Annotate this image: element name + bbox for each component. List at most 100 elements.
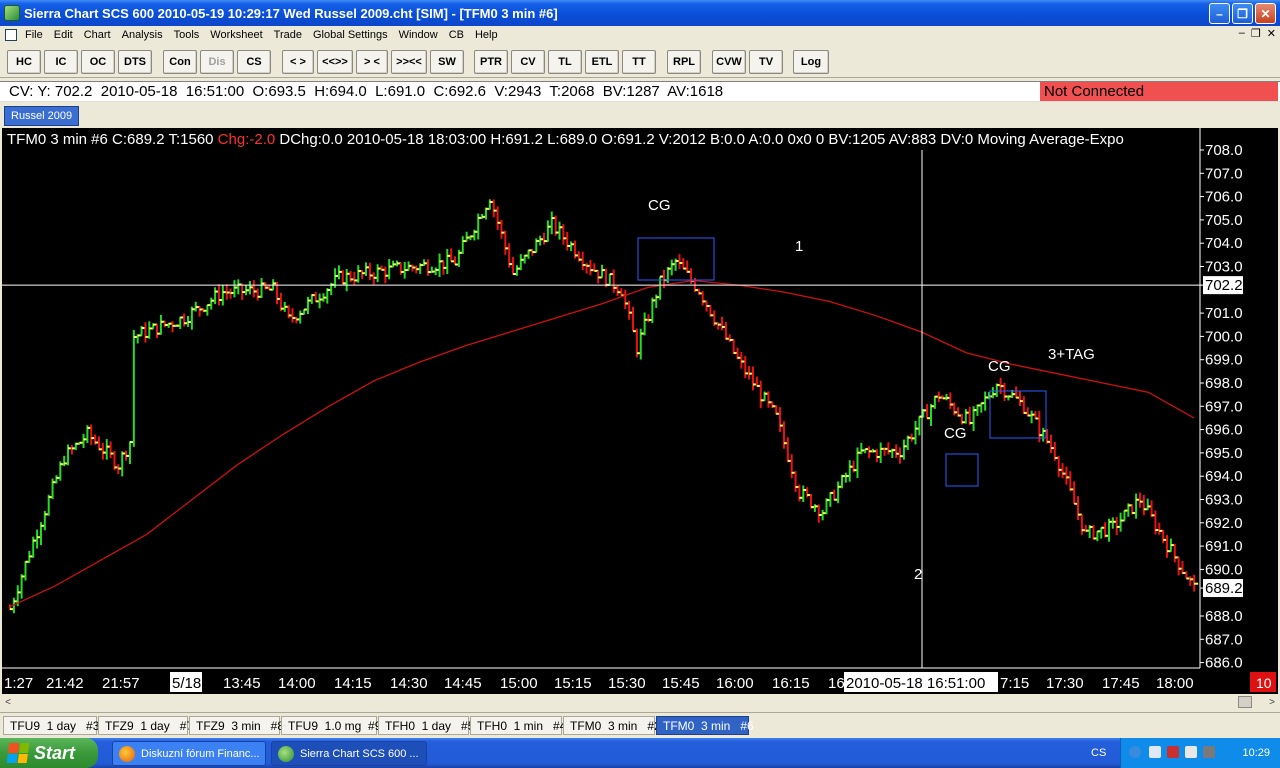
connection-status[interactable]: Not Connected (1040, 82, 1278, 101)
annotation-label: 2 (914, 566, 922, 583)
sierra-chart-app-icon (4, 5, 20, 21)
child-window-controls: – ❐ ✕ (1239, 27, 1276, 40)
tab-tfm0-3min-2[interactable]: TFM0 3 min #2 (563, 716, 661, 735)
minimize-button[interactable]: – (1209, 3, 1230, 24)
volume-icon[interactable] (1185, 746, 1197, 758)
dts-button[interactable]: DTS (118, 50, 152, 74)
horizontal-scrollbar[interactable]: < > (0, 694, 1280, 710)
annotation-label: CG (944, 425, 967, 442)
chartbook-tab[interactable]: Russel 2009 (4, 106, 80, 126)
price-tick-label: 697.0 (1205, 398, 1243, 415)
scroll-thumb[interactable] (1238, 696, 1252, 708)
price-tick-label: 691.0 (1205, 538, 1243, 555)
price-tick-label: 708.0 (1205, 142, 1243, 159)
price-tick-label: 690.0 (1205, 561, 1243, 578)
con-button[interactable]: Con (163, 50, 197, 74)
price-tick-label: 692.0 (1205, 515, 1243, 532)
tt-button[interactable]: TT (622, 50, 656, 74)
price-tick-label: 705.0 (1205, 212, 1243, 229)
child-restore-button[interactable]: ❐ (1251, 27, 1261, 40)
tv-button[interactable]: TV (749, 50, 783, 74)
child-close-button[interactable]: ✕ (1267, 27, 1276, 40)
language-indicator[interactable]: CS (1091, 747, 1106, 759)
hc-button[interactable]: HC (7, 50, 41, 74)
tab-tfm0-3min-6[interactable]: TFM0 3 min #6 (656, 716, 754, 735)
taskbar-item-sierra-chart[interactable]: Sierra Chart SCS 600 ... (271, 741, 427, 766)
menu-worksheet[interactable]: Worksheet (210, 29, 262, 41)
window-controls: – ❐ ✕ (1209, 3, 1276, 24)
compress-more-button[interactable]: >><< (391, 50, 427, 74)
child-minimize-button[interactable]: – (1239, 27, 1245, 40)
annotation-label: CG (648, 197, 671, 214)
scroll-left-icon[interactable]: < (2, 696, 14, 708)
tab-tfz9-1day-7[interactable]: TFZ9 1 day #7 (98, 716, 193, 735)
etl-button[interactable]: ETL (585, 50, 619, 74)
rpl-button[interactable]: RPL (667, 50, 701, 74)
compress-button[interactable]: > < (356, 50, 388, 74)
taskbar: Start Diskuzní fórum Financ... Sierra Ch… (0, 738, 1280, 768)
start-button[interactable]: Start (0, 738, 98, 768)
close-button[interactable]: ✕ (1255, 3, 1276, 24)
menu-tools[interactable]: Tools (174, 29, 200, 41)
price-tick-label: 706.0 (1205, 189, 1243, 206)
cs-button[interactable]: CS (237, 50, 271, 74)
chart-annotations: CG 1 2 CG CG 3+TAG (2, 150, 1202, 668)
restore-button[interactable]: ❐ (1232, 3, 1253, 24)
time-tick-label: 5/18 (172, 675, 201, 692)
time-tick-label: 18:00 (1156, 675, 1194, 692)
taskbar-item-firefox[interactable]: Diskuzní fórum Financ... (112, 741, 266, 766)
menu-cb[interactable]: CB (449, 29, 464, 41)
expand-button[interactable]: <<>> (317, 50, 353, 74)
price-bars (9, 199, 1199, 614)
tab-tfu9-1mg-9[interactable]: TFU9 1.0 mg #9 (281, 716, 381, 735)
ptr-button[interactable]: PTR (474, 50, 508, 74)
cursor-values: CV: Y: 702.2 2010-05-18 16:51:00 O:693.5… (9, 83, 724, 100)
price-chart[interactable]: CG12CGCG3+TAG 708.0707.0706.0705.0704.07… (2, 128, 1278, 694)
document-icon[interactable] (5, 29, 17, 41)
tab-tfu9-1day-3[interactable]: TFU9 1 day #3 (3, 716, 99, 735)
dis-button[interactable]: Dis (200, 50, 234, 74)
tab-tfz9-3min-8[interactable]: TFZ9 3 min #8 (189, 716, 284, 735)
price-tick-label: 696.0 (1205, 422, 1243, 439)
window-title: Sierra Chart SCS 600 2010-05-19 10:29:17… (24, 5, 558, 21)
time-tick-label: 15:30 (608, 675, 646, 692)
time-tick-label: 16:15 (772, 675, 810, 692)
clock[interactable]: 10:29 (1242, 747, 1270, 759)
menu-help[interactable]: Help (475, 29, 498, 41)
taskbar-item-label: Diskuzní fórum Financ... (141, 747, 260, 760)
annotation-label: 3+TAG (1048, 346, 1095, 363)
time-tick-label: 13:45 (223, 675, 261, 692)
menu-analysis[interactable]: Analysis (122, 29, 163, 41)
menu-trade[interactable]: Trade (274, 29, 302, 41)
security-icon[interactable] (1167, 746, 1179, 758)
cv-button[interactable]: CV (511, 50, 545, 74)
oc-button[interactable]: OC (81, 50, 115, 74)
network-icon[interactable] (1149, 746, 1161, 758)
tl-button[interactable]: TL (548, 50, 582, 74)
menu-window[interactable]: Window (399, 29, 438, 41)
price-tick-label: 704.0 (1205, 235, 1243, 252)
log-button[interactable]: Log (793, 50, 829, 74)
time-tick-label: 16:00 (716, 675, 754, 692)
price-tick-label: 707.0 (1205, 165, 1243, 182)
scroll-right-icon[interactable]: > (1266, 696, 1278, 708)
time-tick-label: 15:45 (662, 675, 700, 692)
time-tick-label: 14:45 (444, 675, 482, 692)
cvw-button[interactable]: CVW (712, 50, 746, 74)
menu-edit[interactable]: Edit (54, 29, 73, 41)
menu-global-settings[interactable]: Global Settings (313, 29, 388, 41)
scroll-center-button[interactable]: < > (282, 50, 314, 74)
ic-button[interactable]: IC (44, 50, 78, 74)
time-tick-label: 7:15 (1000, 675, 1029, 692)
time-tick-label: 17:45 (1102, 675, 1140, 692)
tab-tfh0-1day-5[interactable]: TFH0 1 day #5 (378, 716, 474, 735)
tab-tfh0-1min-4[interactable]: TFH0 1 min #4 (470, 716, 566, 735)
chart-area[interactable]: TFM0 3 min #6 C:689.2 T:1560 Chg:-2.0 DC… (2, 128, 1278, 694)
time-tick-label: 21:42 (46, 675, 84, 692)
menu-file[interactable]: File (25, 29, 43, 41)
menu-chart[interactable]: Chart (84, 29, 111, 41)
tray-app-icon[interactable] (1203, 746, 1215, 758)
tray-back-icon[interactable] (1129, 746, 1141, 758)
sw-button[interactable]: SW (430, 50, 464, 74)
price-tick-label: 698.0 (1205, 375, 1243, 392)
